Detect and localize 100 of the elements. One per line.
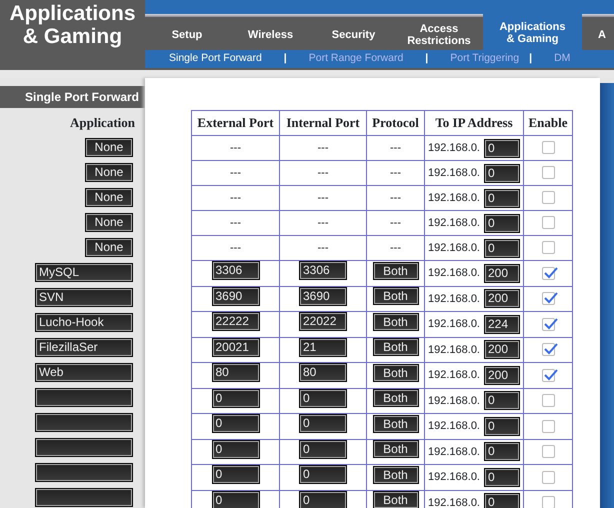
enable-checkbox[interactable] bbox=[542, 241, 554, 254]
port-input[interactable]: 22222 bbox=[212, 312, 260, 331]
protocol-select[interactable]: Both bbox=[372, 491, 418, 508]
protocol-select[interactable]: Both bbox=[372, 414, 418, 432]
nav-tab[interactable]: Setup bbox=[145, 17, 229, 50]
application-input[interactable]: MySQL bbox=[35, 263, 133, 282]
ip-prefix: 192.168.0. bbox=[428, 394, 480, 408]
ip-prefix: 192.168.0. bbox=[428, 216, 480, 231]
nav-tab[interactable]: Wireless bbox=[229, 17, 312, 50]
ip-input[interactable]: 200 bbox=[484, 289, 520, 308]
nav-tab[interactable]: Access Restrictions bbox=[395, 17, 483, 50]
column-header: Protocol bbox=[366, 110, 424, 136]
ip-input[interactable]: 224 bbox=[484, 314, 520, 334]
placeholder-text: --- bbox=[318, 166, 328, 179]
application-name-box: None bbox=[85, 213, 133, 232]
ip-prefix: 192.168.0. bbox=[428, 368, 480, 383]
ip-prefix: 192.168.0. bbox=[428, 470, 480, 485]
nav-tab[interactable]: A bbox=[582, 17, 614, 50]
column-header: To IP Address bbox=[424, 110, 524, 136]
application-input[interactable] bbox=[35, 388, 133, 407]
application-input[interactable] bbox=[35, 488, 133, 507]
ip-input[interactable]: 0 bbox=[484, 391, 520, 410]
subnav-link[interactable]: Single Port Forward bbox=[169, 51, 262, 67]
protocol-select[interactable]: Both bbox=[372, 389, 418, 407]
port-input[interactable]: 0 bbox=[299, 440, 347, 458]
ip-prefix: 192.168.0. bbox=[428, 266, 480, 281]
nav-tab[interactable]: Security bbox=[312, 17, 395, 50]
enable-checkbox[interactable] bbox=[542, 318, 554, 331]
separator-text: | bbox=[425, 51, 428, 66]
ip-input[interactable]: 0 bbox=[484, 493, 520, 508]
application-input[interactable]: FilezillaSer bbox=[35, 338, 133, 357]
port-input[interactable]: 80 bbox=[212, 363, 260, 382]
port-input[interactable]: 3306 bbox=[212, 261, 260, 280]
placeholder-text: --- bbox=[390, 142, 401, 154]
enable-checkbox[interactable] bbox=[542, 420, 554, 433]
ip-input[interactable]: 0 bbox=[484, 138, 520, 158]
port-input[interactable]: 0 bbox=[299, 414, 347, 433]
enable-checkbox[interactable] bbox=[542, 496, 554, 508]
application-name-box: None bbox=[85, 188, 133, 207]
port-input[interactable]: 0 bbox=[212, 465, 260, 484]
port-input[interactable]: 0 bbox=[212, 490, 260, 508]
application-input[interactable]: SVN bbox=[35, 288, 133, 307]
protocol-select[interactable]: Both bbox=[372, 466, 418, 484]
enable-checkbox[interactable] bbox=[542, 445, 554, 458]
port-input[interactable]: 0 bbox=[212, 414, 260, 433]
port-input[interactable]: 80 bbox=[299, 363, 347, 382]
enable-checkbox[interactable] bbox=[542, 191, 554, 204]
enable-checkbox[interactable] bbox=[542, 343, 554, 356]
ip-input[interactable]: 0 bbox=[484, 188, 520, 208]
placeholder-text: --- bbox=[230, 192, 241, 204]
protocol-select[interactable]: Both bbox=[372, 364, 418, 382]
application-input[interactable] bbox=[35, 413, 133, 432]
enable-checkbox[interactable] bbox=[542, 470, 554, 484]
separator-text: | bbox=[529, 51, 532, 66]
port-input[interactable]: 21 bbox=[299, 338, 347, 356]
ip-input[interactable]: 0 bbox=[484, 164, 520, 182]
port-input[interactable]: 0 bbox=[212, 388, 260, 408]
port-input[interactable]: 3690 bbox=[212, 286, 260, 306]
enable-checkbox[interactable] bbox=[542, 394, 554, 408]
ip-input[interactable]: 0 bbox=[484, 214, 520, 232]
ip-input[interactable]: 0 bbox=[484, 416, 520, 436]
placeholder-text: --- bbox=[390, 242, 401, 254]
protocol-select[interactable]: Both bbox=[372, 287, 418, 305]
enable-checkbox[interactable] bbox=[542, 292, 554, 306]
enable-checkbox[interactable] bbox=[542, 266, 554, 280]
ip-prefix: 192.168.0. bbox=[428, 342, 480, 358]
separator-text: | bbox=[284, 51, 287, 66]
protocol-select[interactable]: Both bbox=[372, 440, 418, 458]
application-input[interactable]: Web bbox=[35, 363, 133, 382]
application-input[interactable] bbox=[35, 463, 133, 482]
enable-checkbox[interactable] bbox=[542, 216, 554, 230]
nav-tab[interactable]: Applications & Gaming bbox=[483, 14, 582, 50]
port-input[interactable]: 0 bbox=[299, 465, 347, 484]
enable-checkbox[interactable] bbox=[542, 166, 554, 180]
ip-input[interactable]: 0 bbox=[484, 442, 520, 462]
protocol-select[interactable]: Both bbox=[372, 312, 418, 330]
port-input[interactable]: 0 bbox=[299, 490, 347, 508]
port-input[interactable]: 0 bbox=[212, 440, 260, 458]
enable-checkbox[interactable] bbox=[542, 141, 554, 154]
application-name-box: None bbox=[85, 238, 133, 257]
ip-input[interactable]: 200 bbox=[484, 340, 520, 360]
port-input[interactable]: 20021 bbox=[212, 338, 260, 356]
ip-input[interactable]: 200 bbox=[484, 366, 520, 385]
page-title: Applications & Gaming bbox=[8, 2, 136, 48]
port-input[interactable]: 0 bbox=[299, 388, 347, 408]
placeholder-text: --- bbox=[318, 216, 328, 229]
application-input[interactable]: Lucho-Hook bbox=[35, 313, 133, 332]
ip-input[interactable]: 200 bbox=[484, 264, 520, 283]
ip-input[interactable]: 0 bbox=[484, 238, 520, 258]
enable-checkbox[interactable] bbox=[542, 368, 554, 382]
port-input[interactable]: 3690 bbox=[299, 286, 347, 306]
protocol-select[interactable]: Both bbox=[372, 338, 418, 356]
ip-prefix: 192.168.0. bbox=[428, 444, 480, 460]
application-input[interactable] bbox=[35, 438, 133, 457]
application-name-box: None bbox=[85, 138, 133, 157]
port-input[interactable]: 22022 bbox=[299, 312, 347, 331]
ip-prefix: 192.168.0. bbox=[428, 166, 480, 181]
protocol-select[interactable]: Both bbox=[372, 262, 418, 280]
port-input[interactable]: 3306 bbox=[299, 261, 347, 280]
ip-input[interactable]: 0 bbox=[484, 468, 520, 487]
